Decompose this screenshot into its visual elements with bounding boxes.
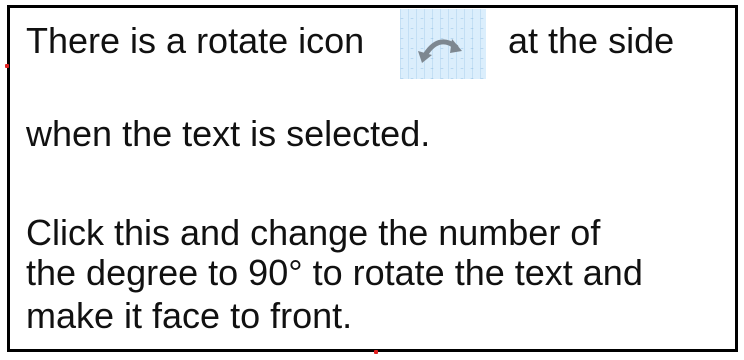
canvas: There is a rotate icon at the side when … <box>0 0 744 360</box>
selection-handle-bottom[interactable] <box>374 350 378 354</box>
selection-handle-left[interactable] <box>5 64 9 68</box>
instruction-line-4: the degree to 90° to rotate the text and <box>26 252 643 293</box>
instruction-text-after-icon: at the side <box>508 20 675 61</box>
instruction-line-5: make it face to front. <box>26 295 353 336</box>
instruction-line-2: when the text is selected. <box>26 113 431 154</box>
rotate-icon[interactable] <box>392 9 486 79</box>
instruction-text-before-icon: There is a rotate icon <box>26 20 365 61</box>
instruction-line-3: Click this and change the number of <box>26 212 601 253</box>
instruction-line-1-end: at the side <box>508 20 674 62</box>
rotate-arrow-icon <box>418 39 462 63</box>
instruction-line-1: There is a rotate icon <box>26 20 364 62</box>
